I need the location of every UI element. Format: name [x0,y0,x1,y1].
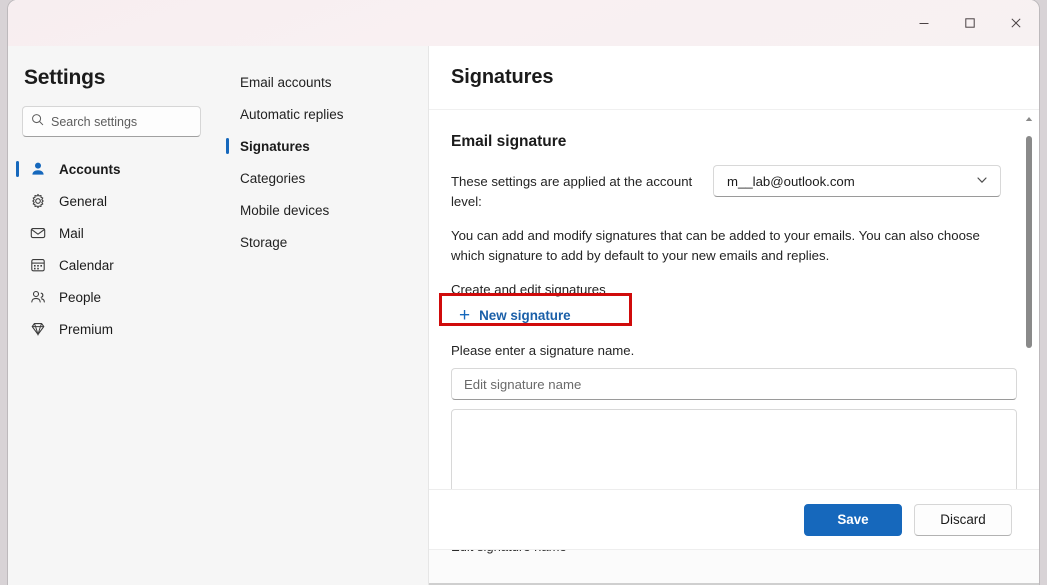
sidebar-item-mail[interactable]: Mail [8,217,223,249]
subnav-item-label: Email accounts [240,74,332,90]
account-select[interactable]: m__lab@outlook.com [713,165,1001,197]
subnav-item-label: Categories [240,170,306,186]
settings-window: Settings Search settings Accounts Genera… [8,0,1039,585]
subnav-item-label: Automatic replies [240,106,344,122]
maximize-button[interactable] [947,0,993,46]
account-level-label: These settings are applied at the accoun… [451,174,693,209]
person-icon [30,161,50,177]
sidebar-item-premium[interactable]: Premium [8,313,223,345]
sidebar: Settings Search settings Accounts Genera… [8,46,223,585]
scroll-content: Email signature These settings are appli… [429,111,1039,520]
scrollbar-thumb[interactable] [1026,136,1032,348]
sidebar-item-label: General [59,193,108,209]
account-select-value: m__lab@outlook.com [727,173,855,189]
close-button[interactable] [993,0,1039,46]
chevron-down-icon [975,173,989,190]
content-scrollbar[interactable] [1022,112,1036,520]
cutoff-strip: Edit signature name [429,549,1039,585]
secondary-nav: Email accounts Automatic replies Signatu… [223,46,428,585]
section-description: You can add and modify signatures that c… [451,228,980,263]
calendar-icon [30,257,50,273]
subnav-item-categories[interactable]: Categories [223,162,428,194]
new-signature-wrapper: + New signature [439,293,632,327]
search-box[interactable] [22,106,201,137]
signature-name-input[interactable] [451,368,1017,400]
diamond-icon [30,321,50,337]
subnav-item-label: Mobile devices [240,202,330,218]
discard-button[interactable]: Discard [914,503,1012,536]
subnav-item-signatures[interactable]: Signatures [223,130,428,162]
action-bar: Save Discard [429,489,1039,549]
new-signature-button[interactable]: + New signature [451,303,581,327]
subnav-item-mobile-devices[interactable]: Mobile devices [223,194,428,226]
subnav-item-label: Signatures [240,138,310,154]
sidebar-bottom-fill [8,549,428,585]
subnav-item-storage[interactable]: Storage [223,226,428,258]
account-row: These settings are applied at the accoun… [451,165,1001,212]
subnav-item-automatic-replies[interactable]: Automatic replies [223,98,428,130]
save-button[interactable]: Save [804,503,902,536]
content-header: Signatures [429,46,1039,110]
envelope-icon [30,225,50,241]
sidebar-item-general[interactable]: General [8,185,223,217]
subnav-item-email-accounts[interactable]: Email accounts [223,66,428,98]
content-panel: Signatures Email signature These setting… [428,46,1039,585]
scroll-up-arrow[interactable] [1022,112,1036,126]
window-body: Settings Search settings Accounts Genera… [8,46,1039,585]
sidebar-item-label: Premium [59,321,114,337]
sidebar-item-label: People [59,289,102,305]
sidebar-nav: Accounts General Mail Calendar People Pr… [8,153,223,345]
sidebar-item-calendar[interactable]: Calendar [8,249,223,281]
scrollbar-track[interactable] [1026,126,1032,506]
plus-icon: + [459,304,471,326]
window-controls [901,0,1039,46]
page-title: Settings [24,66,106,89]
title-bar [8,0,1039,46]
sidebar-item-label: Calendar [59,257,114,273]
sidebar-item-accounts[interactable]: Accounts [8,153,223,185]
sidebar-item-label: Mail [59,225,84,241]
create-edit-label: Create and edit signatures [451,282,606,297]
cutoff-text: Edit signature name [451,550,567,554]
sidebar-item-people[interactable]: People [8,281,223,313]
gear-icon [30,193,50,209]
content-title: Signatures [451,66,554,88]
validation-message: Please enter a signature name. [451,343,635,358]
section-title: Email signature [451,133,567,150]
new-signature-label: New signature [479,307,571,323]
sidebar-item-label: Accounts [59,161,121,177]
search-input[interactable] [51,114,191,129]
minimize-button[interactable] [901,0,947,46]
search-icon [31,113,44,131]
people-icon [30,289,50,305]
scroll-area: Email signature These settings are appli… [429,111,1039,520]
subnav-item-label: Storage [240,234,288,250]
